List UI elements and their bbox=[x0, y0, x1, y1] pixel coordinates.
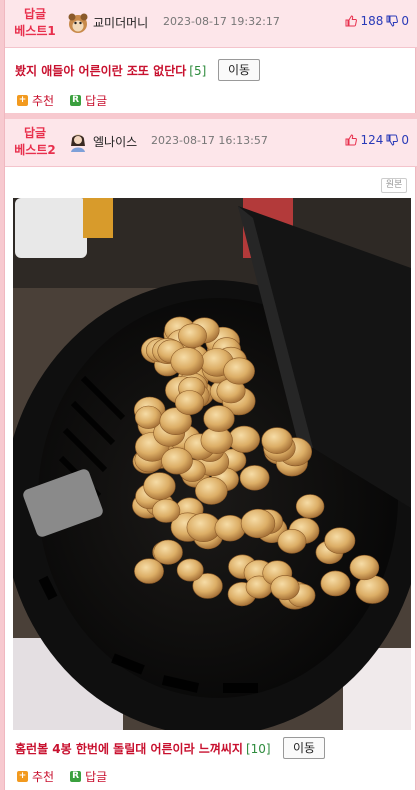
post-header: 답글 베스트1 교미더머니 2023-08-17 19:32:17 188 0 bbox=[5, 0, 417, 48]
snack-ball bbox=[324, 527, 356, 554]
snack-ball bbox=[176, 558, 204, 582]
comment-count: [10] bbox=[245, 741, 271, 756]
snack-ball bbox=[320, 570, 351, 597]
snack-ball bbox=[223, 357, 255, 385]
post-timestamp: 2023-08-17 16:13:57 bbox=[151, 134, 268, 147]
thumbs-down-icon[interactable] bbox=[386, 15, 399, 27]
post-list: 답글 베스트1 교미더머니 2023-08-17 19:32:17 188 0 … bbox=[4, 0, 417, 790]
reply-label: 답글 bbox=[85, 770, 108, 784]
snack-ball bbox=[143, 472, 176, 500]
upvote-count: 124 bbox=[360, 133, 384, 147]
snack-ball bbox=[270, 575, 300, 601]
user-avatar-icon[interactable] bbox=[67, 131, 89, 153]
snack-ball bbox=[174, 390, 205, 416]
snack-ball bbox=[134, 405, 162, 429]
badge-rank: 베스트2 bbox=[14, 143, 56, 157]
snack-ball bbox=[261, 427, 293, 454]
badge-label: 답글 bbox=[23, 7, 47, 21]
downvote-count: 0 bbox=[401, 14, 409, 28]
recommend-button[interactable]: + 추천 bbox=[17, 92, 54, 109]
move-button[interactable]: 이동 bbox=[218, 59, 261, 81]
snack-ball bbox=[153, 539, 183, 565]
snack-ball bbox=[152, 498, 181, 523]
best-reply-badge: 답글 베스트2 bbox=[13, 125, 57, 159]
post-actions: + 추천 R 답글 bbox=[17, 92, 123, 109]
thumbs-up-icon[interactable] bbox=[345, 134, 358, 146]
post-title-row[interactable]: 홈런볼 4봉 한번에 돌릴대 어른이라 느껴씨지 [10] bbox=[15, 740, 271, 757]
reply-label: 답글 bbox=[85, 94, 108, 108]
thumbs-down-icon[interactable] bbox=[386, 134, 399, 146]
comment-count: [5] bbox=[189, 63, 207, 78]
vote-box: 124 0 bbox=[345, 133, 409, 147]
recommend-button[interactable]: + 추천 bbox=[17, 768, 54, 785]
post-title[interactable]: 홈런볼 4봉 한번에 돌릴대 어른이라 느껴씨지 bbox=[15, 740, 243, 757]
snack-ball bbox=[240, 508, 276, 539]
snack-ball bbox=[295, 494, 325, 519]
move-button[interactable]: 이동 bbox=[283, 737, 326, 759]
snack-ball bbox=[349, 554, 380, 581]
badge-label: 답글 bbox=[23, 126, 47, 140]
author-name[interactable]: 엘나이스 bbox=[93, 133, 137, 150]
snack-ball bbox=[170, 347, 204, 376]
best-reply-badge: 답글 베스트1 bbox=[13, 6, 57, 40]
user-avatar-icon[interactable] bbox=[67, 12, 89, 34]
snack-ball bbox=[195, 476, 228, 505]
recommend-label: 추천 bbox=[32, 770, 55, 784]
snack-ball bbox=[161, 447, 193, 475]
snack-ball bbox=[277, 528, 307, 554]
post-header: 답글 베스트2 엘나이스 2023-08-17 16:13:57 124 0 bbox=[5, 119, 417, 167]
author-name[interactable]: 교미더머니 bbox=[93, 14, 148, 31]
snack-ball bbox=[228, 425, 261, 453]
plus-icon: + bbox=[17, 95, 28, 106]
snack-ball bbox=[239, 465, 270, 491]
post-title-row[interactable]: 봤지 애들아 어른이란 조또 없단다 [5] bbox=[15, 62, 206, 79]
downvote-count: 0 bbox=[401, 133, 409, 147]
reply-button[interactable]: R 답글 bbox=[70, 768, 107, 785]
badge-rank: 베스트1 bbox=[14, 24, 56, 38]
recommend-label: 추천 bbox=[32, 94, 55, 108]
reply-icon: R bbox=[70, 95, 82, 106]
snack-ball bbox=[203, 405, 235, 432]
reply-icon: R bbox=[70, 771, 82, 782]
snack-ball bbox=[214, 515, 246, 542]
post-timestamp: 2023-08-17 19:32:17 bbox=[163, 15, 280, 28]
upvote-count: 188 bbox=[360, 14, 384, 28]
post-image[interactable] bbox=[13, 198, 411, 730]
snack-ball bbox=[134, 558, 164, 584]
snack-ball bbox=[178, 323, 207, 349]
post-title[interactable]: 봤지 애들아 어른이란 조또 없단다 bbox=[15, 62, 186, 79]
post-actions: + 추천 R 답글 bbox=[17, 768, 123, 785]
reply-button[interactable]: R 답글 bbox=[70, 92, 107, 109]
thumbs-up-icon[interactable] bbox=[345, 15, 358, 27]
original-image-button[interactable]: 원본 bbox=[381, 178, 407, 193]
air-fryer-photo bbox=[13, 198, 411, 730]
vote-box: 188 0 bbox=[345, 14, 409, 28]
plus-icon: + bbox=[17, 771, 28, 782]
